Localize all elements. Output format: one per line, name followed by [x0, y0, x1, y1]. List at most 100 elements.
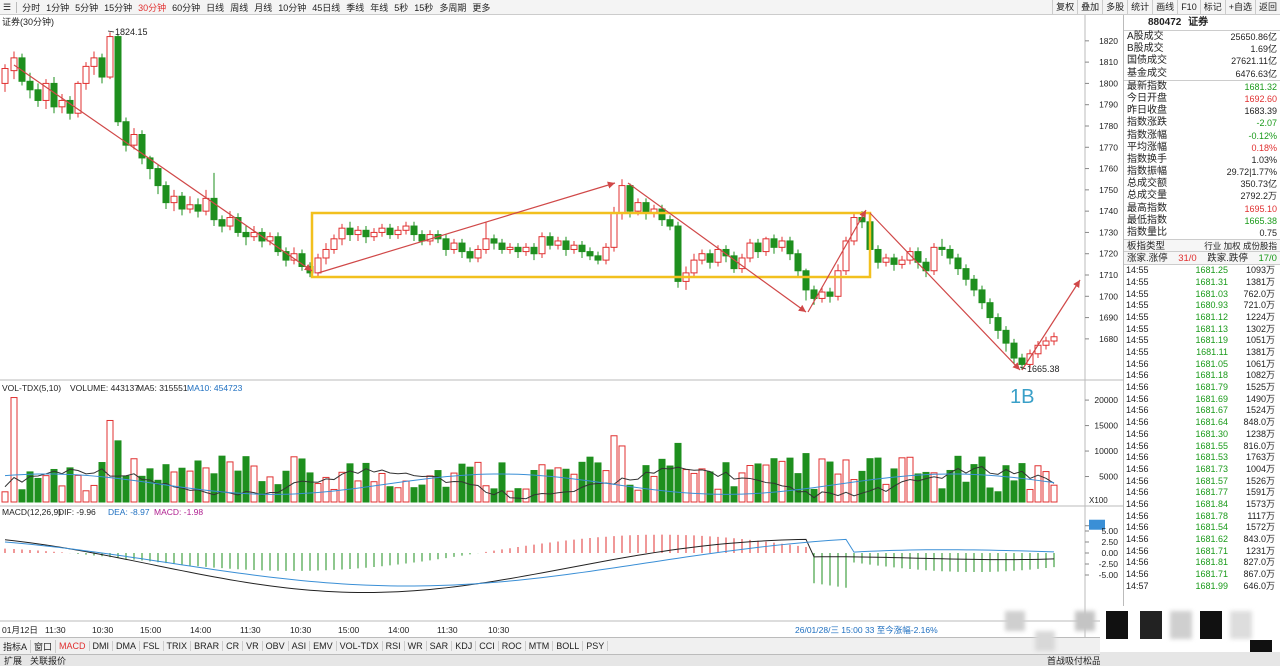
price-tick-label: 1750: [1099, 185, 1118, 195]
period-tab[interactable]: 5分钟: [72, 1, 101, 14]
period-tab[interactable]: 月线: [251, 1, 275, 14]
stat-label: 最低指数: [1127, 214, 1167, 226]
toolbar-button[interactable]: 复权: [1052, 0, 1077, 14]
period-tab[interactable]: 45日线: [309, 1, 343, 14]
status-related-quote[interactable]: 关联报价: [26, 654, 70, 667]
indicator-tab[interactable]: CR: [223, 641, 244, 651]
tick-price: 1681.79: [1195, 382, 1228, 393]
toolbar-button[interactable]: 统计: [1127, 0, 1152, 14]
volume-bar: [394, 487, 402, 503]
indicator-tab[interactable]: BRAR: [191, 641, 224, 651]
volume-bar: [386, 486, 394, 503]
x-axis-label: 10:30: [290, 625, 312, 635]
volume-bar: [842, 459, 850, 503]
annotation-1b: 1B: [1010, 386, 1034, 408]
tick-time: 14:56: [1126, 440, 1149, 451]
period-tab[interactable]: 10分钟: [275, 1, 309, 14]
indicator-tab[interactable]: EMV: [310, 641, 337, 651]
volume-bar: [290, 456, 298, 503]
stat-label: 国债成交: [1127, 55, 1167, 67]
sector-type-value: 行业 加权 成份股指: [1204, 241, 1277, 252]
indicator-tab[interactable]: SAR: [427, 641, 453, 651]
candle-body: [898, 259, 906, 265]
x-axis-info: 26/01/28/三 15:00 33 至今涨幅-2.16%: [795, 625, 938, 635]
stat-label: 指数涨跌: [1127, 117, 1167, 129]
toolbar-button[interactable]: 多股: [1102, 0, 1127, 14]
indicator-tab[interactable]: RSI: [383, 641, 405, 651]
period-tab[interactable]: 周线: [227, 1, 251, 14]
period-tab[interactable]: 多周期: [436, 1, 469, 14]
indicator-tab[interactable]: OBV: [263, 641, 289, 651]
toolbar-button[interactable]: F10: [1177, 0, 1200, 14]
indicator-tab[interactable]: DMI: [90, 641, 114, 651]
volume-bar: [42, 475, 50, 503]
volume-bar: [818, 458, 826, 503]
toolbar-right-buttons: 复权 叠加 多股 统计 画线 F10 标记 +自选 返回: [1052, 0, 1280, 14]
tick-volume: 1302万: [1245, 323, 1275, 334]
volume-bar: [90, 484, 98, 503]
period-tab[interactable]: 季线: [343, 1, 367, 14]
candle-body: [658, 208, 666, 221]
stat-row: 总成交额 350.73亿: [1124, 178, 1280, 190]
menu-icon[interactable]: ☰: [0, 2, 14, 13]
period-tab[interactable]: 5秒: [391, 1, 411, 14]
indicator-tab[interactable]: ROC: [499, 641, 526, 651]
indicator-tab[interactable]: ASI: [289, 641, 311, 651]
x-axis-label: 11:30: [437, 625, 458, 635]
indicator-tab[interactable]: FSL: [140, 641, 164, 651]
indicator-tab[interactable]: 窗口: [31, 639, 57, 653]
toolbar-button[interactable]: 画线: [1152, 0, 1177, 14]
stat-row: 最高指数 1695.10: [1124, 203, 1280, 215]
macd-tick-label: 5.00: [1101, 526, 1118, 536]
price-tick-label: 1740: [1099, 206, 1118, 216]
tick-volume: 721.0万: [1243, 300, 1275, 311]
kline-chart-svg[interactable]: 证券(30分钟) 1820 1810 1800 1790 1780 1770 1760 175…: [0, 15, 1123, 637]
vol-unit: X100: [1089, 496, 1108, 505]
price-tick-label: 1780: [1099, 121, 1118, 131]
toolbar-button[interactable]: +自选: [1224, 0, 1255, 14]
indicator-tab[interactable]: MACD: [56, 641, 90, 651]
macd-dif-line: [4, 538, 1055, 593]
indicator-tab[interactable]: BOLL: [553, 641, 584, 651]
tick-list[interactable]: 14:55 1681.25 1093万 14:55 1681.31 1381万 14:55 1…: [1124, 265, 1280, 592]
stat-label: B股成交: [1127, 43, 1164, 55]
tick-time: 14:56: [1126, 463, 1149, 474]
status-expand[interactable]: 扩展: [0, 654, 26, 667]
indicator-tab[interactable]: CCI: [476, 641, 499, 651]
volume-bar: [602, 470, 610, 503]
period-tab[interactable]: 1分钟: [43, 1, 72, 14]
tick-price: 1681.67: [1195, 405, 1228, 416]
stat-row: 指数涨幅 -0.12%: [1124, 130, 1280, 142]
toolbar-button[interactable]: 叠加: [1077, 0, 1102, 14]
indicator-tab[interactable]: VOL-TDX: [337, 641, 383, 651]
period-tab[interactable]: 日线: [203, 1, 227, 14]
period-tab[interactable]: 分时: [19, 1, 43, 14]
indicator-tab[interactable]: VR: [243, 641, 263, 651]
vol-tick-label: 20000: [1094, 395, 1118, 405]
indicator-tab[interactable]: KDJ: [452, 641, 477, 651]
price-tick-label: 1810: [1099, 57, 1118, 67]
indicator-tab[interactable]: MTM: [526, 641, 554, 651]
indicator-tab[interactable]: PSY: [583, 641, 609, 651]
tick-row: 14:56 1681.54 1572万: [1124, 522, 1280, 534]
indicator-tab[interactable]: WR: [405, 641, 427, 651]
period-tab[interactable]: 30分钟: [135, 1, 169, 14]
indicator-tab[interactable]: DMA: [113, 641, 141, 651]
tick-price: 1681.13: [1195, 323, 1228, 334]
period-tab[interactable]: 60分钟: [169, 1, 203, 14]
period-tab[interactable]: 15分钟: [101, 1, 135, 14]
toolbar-button[interactable]: 标记: [1199, 0, 1225, 14]
indicator-tab[interactable]: 指标A: [0, 639, 32, 653]
period-tab[interactable]: 更多: [469, 1, 493, 14]
candle-body: [674, 225, 682, 282]
chart-area[interactable]: 证券(30分钟) 1820 1810 1800 1790 1780 1770 1760 175…: [0, 15, 1123, 637]
candle-body: [826, 291, 834, 297]
toolbar-button[interactable]: 返回: [1254, 0, 1280, 14]
candle-body: [538, 236, 546, 255]
period-tab[interactable]: 15秒: [411, 1, 436, 14]
stat-label: 总成交量: [1127, 190, 1167, 202]
tick-row: 14:56 1681.71 867.0万: [1124, 569, 1280, 581]
candle-body: [218, 219, 226, 227]
indicator-tab[interactable]: TRIX: [164, 641, 192, 651]
period-tab[interactable]: 年线: [367, 1, 391, 14]
